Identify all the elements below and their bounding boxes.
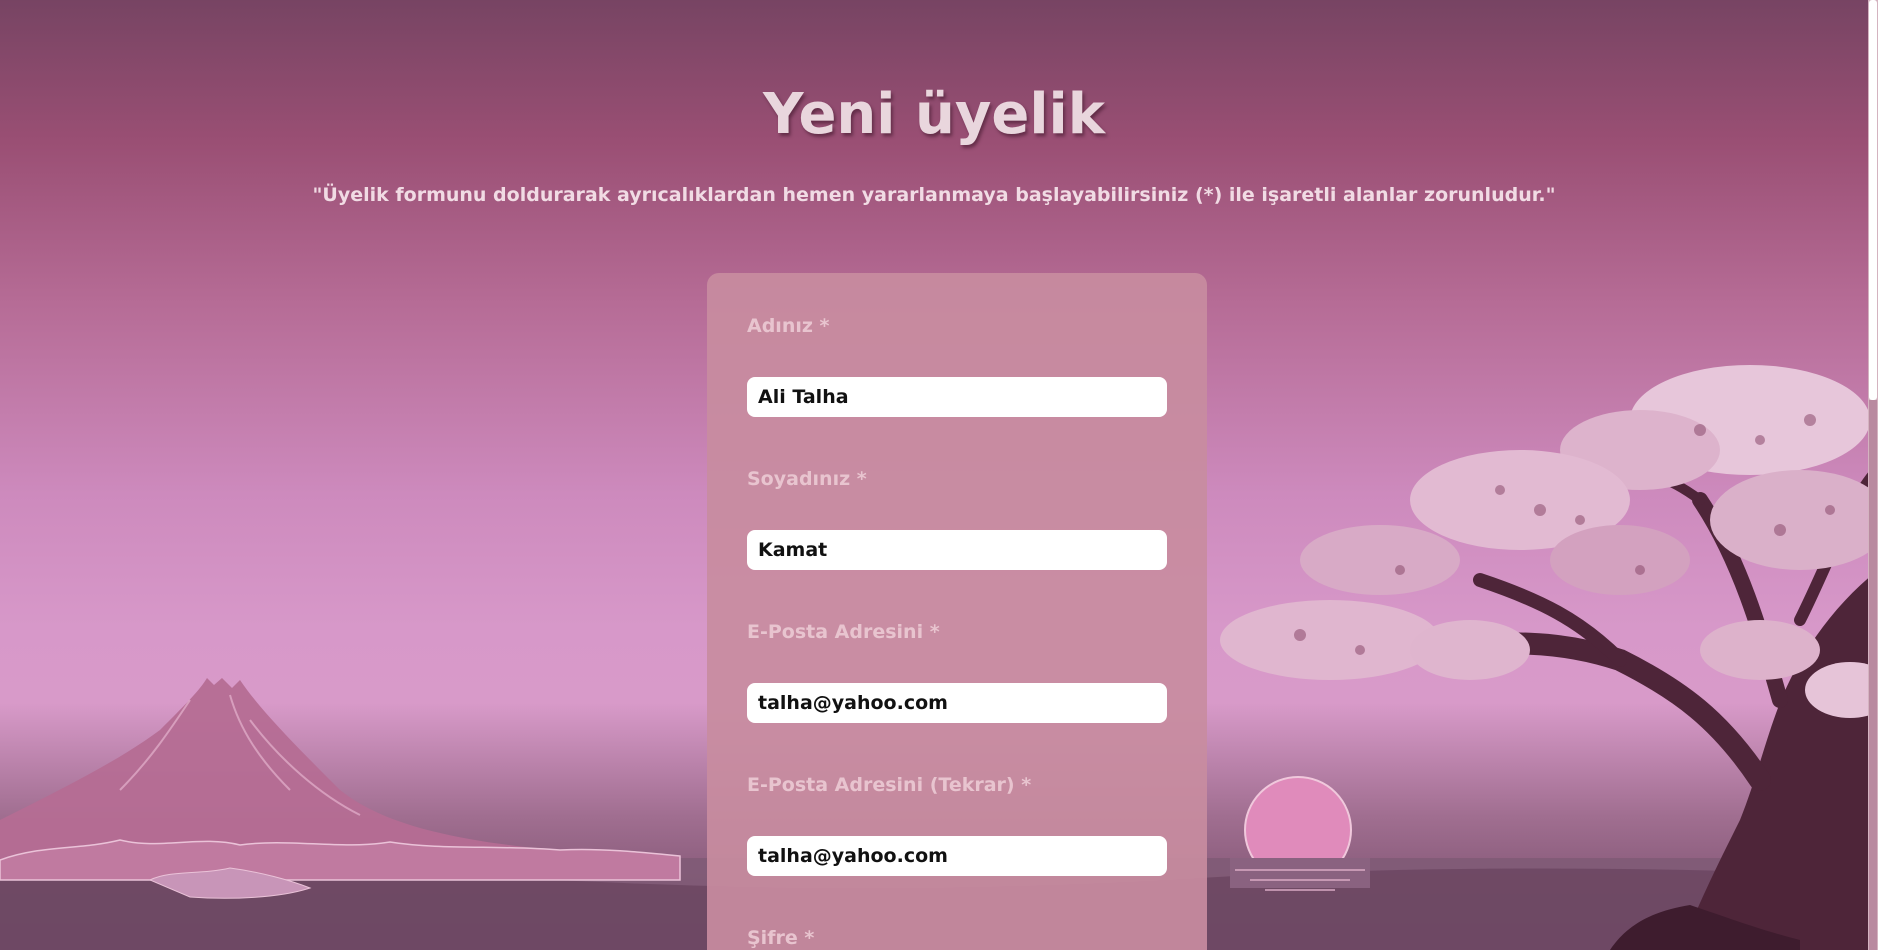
last-name-input[interactable] [747,530,1167,570]
email-input[interactable] [747,683,1167,723]
scrollbar-track[interactable] [1869,400,1877,950]
setting-sun-illustration [1230,776,1370,891]
email-label: E-Posta Adresini * [747,621,940,643]
registration-form: Adınız * Soyadınız * E-Posta Adresini * … [707,273,1207,950]
scrollbar-thumb[interactable] [1869,0,1877,400]
first-name-input[interactable] [747,377,1167,417]
mountain-illustration [0,678,681,899]
last-name-label: Soyadınız * [747,468,867,490]
first-name-label: Adınız * [747,315,830,337]
page-scrollbar[interactable] [1868,0,1878,950]
page-title: Yeni üyelik [763,82,1105,147]
page: Yeni üyelik "Üyelik formunu doldurarak a… [0,0,1878,950]
email-confirm-label: E-Posta Adresini (Tekrar) * [747,774,1032,796]
page-subtitle: "Üyelik formunu doldurarak ayrıcalıklard… [312,184,1556,206]
email-confirm-input[interactable] [747,836,1167,876]
password-label: Şifre * [747,927,815,949]
